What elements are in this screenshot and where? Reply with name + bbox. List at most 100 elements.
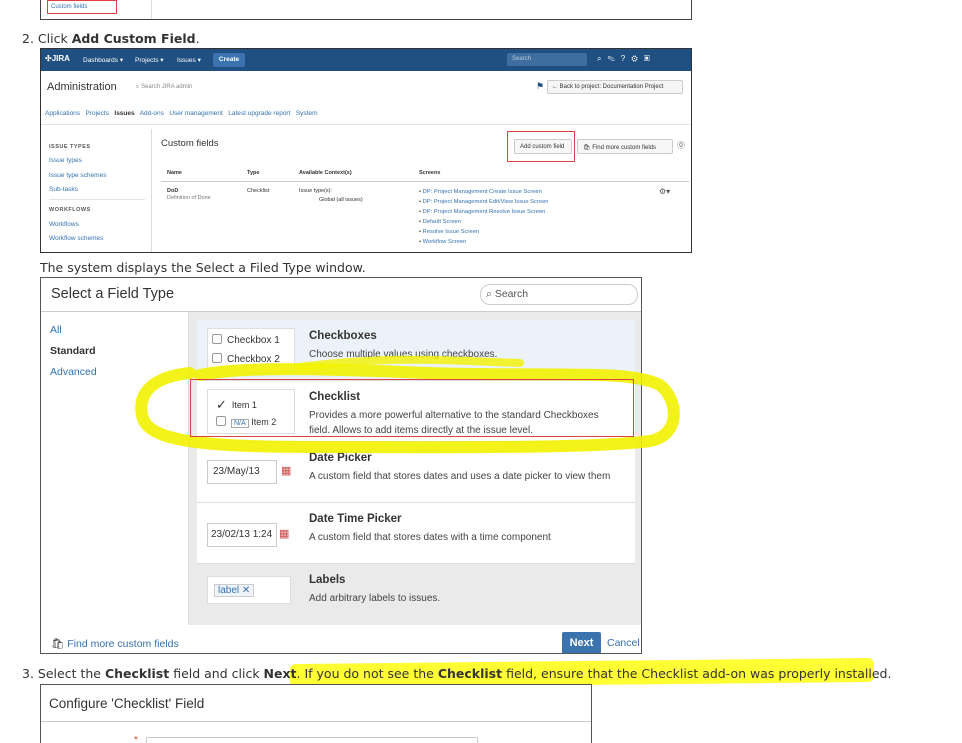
screen-link[interactable]: DP: Project Management Create Issue Scre… [419, 187, 549, 197]
nav-dashboards[interactable]: Dashboards ▾ [83, 56, 123, 64]
dialog-header: Select a Field Type ⌕ Search [41, 278, 641, 312]
step-3-text: 3. Select the Checklist field and click … [22, 666, 892, 681]
add-custom-field-button[interactable]: Add custom field [514, 139, 572, 154]
field-type-name: Labels [309, 574, 346, 586]
category-all[interactable]: All [50, 324, 62, 336]
find-more-custom-fields-button[interactable]: 🛍 Find more custom fields [577, 139, 673, 154]
help-icon[interactable]: ⓪ [677, 140, 685, 151]
search-icon: ⌕ [486, 288, 495, 300]
field-type-date-time-picker[interactable]: 23/02/13 1:24 ▦ Date Time Picker A custo… [197, 503, 635, 564]
screen-link[interactable]: DP: Project Management Edit/View Issue S… [419, 197, 549, 207]
step-2-text: 2. Click Add Custom Field. [22, 31, 200, 46]
tab-user-management[interactable]: User management [169, 110, 222, 117]
category-standard[interactable]: Standard [50, 345, 96, 357]
field-name: DoD [167, 188, 179, 194]
avatar[interactable]: ▣ [644, 54, 656, 63]
marketplace-icon: 🛍 [583, 145, 593, 151]
dialog-footer: 🛍 Find more custom fields Next Cancel [41, 625, 641, 653]
tab-issues[interactable]: Issues [114, 110, 134, 117]
help-icon[interactable]: ? [621, 54, 631, 63]
field-type-description: A custom field that stores dates with a … [309, 532, 551, 543]
back-to-project-button[interactable]: ← Back to project: Documentation Project [547, 80, 683, 94]
column-header-type: Type [247, 170, 260, 176]
tab-add-ons[interactable]: Add-ons [140, 110, 164, 117]
label-chip: label ✕ [214, 584, 255, 597]
flag-icon: ⚑ [536, 81, 545, 91]
dialog-title: Configure 'Checklist' Field [49, 696, 205, 711]
jira-top-nav: ✣JIRA Dashboards ▾ Projects ▾ Issues ▾ C… [41, 49, 691, 71]
custom-fields-link[interactable]: Custom fields [47, 0, 117, 14]
divider [151, 0, 152, 19]
column-header-name: Name [167, 170, 182, 176]
divider [41, 124, 691, 125]
screens-list: DP: Project Management Create Issue Scre… [419, 187, 549, 247]
context-value: Global (all issues) [319, 197, 363, 203]
admin-search-input[interactable]: ⌕ Search JIRA admin [136, 84, 192, 91]
feedback-icon[interactable]: ✎ [607, 54, 620, 63]
sidebar-item-issue-type-schemes[interactable]: Issue type schemes [49, 172, 106, 179]
admin-tabs: Applications Projects Issues Add-ons Use… [45, 110, 318, 117]
nav-projects[interactable]: Projects ▾ [135, 56, 164, 64]
caption-text: The system displays the Select a Filed T… [40, 260, 366, 275]
jira-search-input[interactable]: Search [507, 53, 587, 66]
find-more-custom-fields-link[interactable]: 🛍 Find more custom fields [51, 637, 179, 650]
tab-system[interactable]: System [296, 110, 318, 117]
nav-issues[interactable]: Issues ▾ [177, 56, 201, 64]
field-type-name: Checkboxes [309, 330, 377, 342]
preview: label ✕ [207, 576, 291, 604]
select-field-type-dialog: Select a Field Type ⌕ Search All Standar… [40, 277, 642, 654]
sidebar-heading-workflows: WORKFLOWS [49, 207, 91, 213]
tab-applications[interactable]: Applications [45, 110, 80, 117]
category-advanced[interactable]: Advanced [50, 366, 97, 378]
next-button[interactable]: Next [562, 632, 601, 653]
close-icon: ✕ [241, 585, 251, 596]
column-header-screens: Screens [419, 170, 441, 176]
screen-link[interactable]: Resolve Issue Screen [419, 227, 549, 237]
marketplace-icon: 🛍 [51, 638, 68, 650]
row-actions-gear-icon[interactable]: ⚙▾ [659, 187, 670, 196]
divider [41, 721, 591, 722]
screen-link[interactable]: DP: Project Management Resolve Issue Scr… [419, 207, 549, 217]
dialog-title: Select a Field Type [51, 286, 175, 302]
sidebar-item-workflow-schemes[interactable]: Workflow schemes [49, 235, 103, 242]
admin-title: Administration [47, 81, 117, 93]
sidebar-item-issue-types[interactable]: Issue types [49, 157, 82, 164]
sidebar-heading-issue-types: ISSUE TYPES [49, 144, 91, 150]
tab-upgrade-report[interactable]: Latest upgrade report [228, 110, 290, 117]
screen-link[interactable]: Default Screen [419, 217, 549, 227]
header-icons: ⌕✎?⚙▣ [597, 54, 656, 64]
column-header-context: Available Context(s) [299, 170, 352, 176]
checkbox-icon [212, 334, 222, 344]
field-type-description: A custom field that stores dates and use… [309, 471, 611, 482]
step-2-bold: Add Custom Field [71, 31, 196, 46]
page-title: Custom fields [161, 138, 219, 149]
jira-admin-screenshot: ✣JIRA Dashboards ▾ Projects ▾ Issues ▾ C… [40, 48, 692, 253]
gear-icon[interactable]: ⚙ [631, 54, 643, 63]
calendar-icon: ▦ [279, 528, 290, 540]
screen-link[interactable]: Workflow Screen [419, 237, 549, 247]
context-label: Issue type(s): [299, 188, 333, 194]
field-type-description: Add arbitrary labels to issues. [309, 593, 441, 604]
dialog-search-input[interactable]: ⌕ Search [480, 284, 638, 305]
configure-checklist-dialog: Configure 'Checklist' Field * [40, 684, 592, 743]
field-type-name: Date Time Picker [309, 513, 402, 525]
name-field[interactable] [146, 737, 478, 743]
jira-logo-icon: ✣ [45, 54, 52, 63]
divider [151, 129, 152, 252]
checklist-highlight-box [190, 379, 634, 437]
sidebar-item-sub-tasks[interactable]: Sub-tasks [49, 186, 78, 193]
field-type: Checklist [247, 188, 270, 194]
divider [161, 181, 689, 182]
cancel-link[interactable]: Cancel [607, 637, 640, 649]
divider [49, 199, 145, 200]
create-button[interactable]: Create [213, 53, 245, 67]
field-type-labels[interactable]: label ✕ Labels Add arbitrary labels to i… [197, 564, 635, 625]
tab-projects[interactable]: Projects [85, 110, 108, 117]
field-description: Definition of Done [167, 195, 211, 201]
calendar-icon: ▦ [281, 465, 292, 477]
jira-logo[interactable]: ✣JIRA [45, 54, 70, 63]
sidebar-item-workflows[interactable]: Workflows [49, 221, 79, 228]
preview: 23/02/13 1:24 ▦ [207, 511, 295, 556]
previous-screenshot-fragment: Custom fields [40, 0, 692, 20]
search-icon[interactable]: ⌕ [597, 54, 607, 63]
